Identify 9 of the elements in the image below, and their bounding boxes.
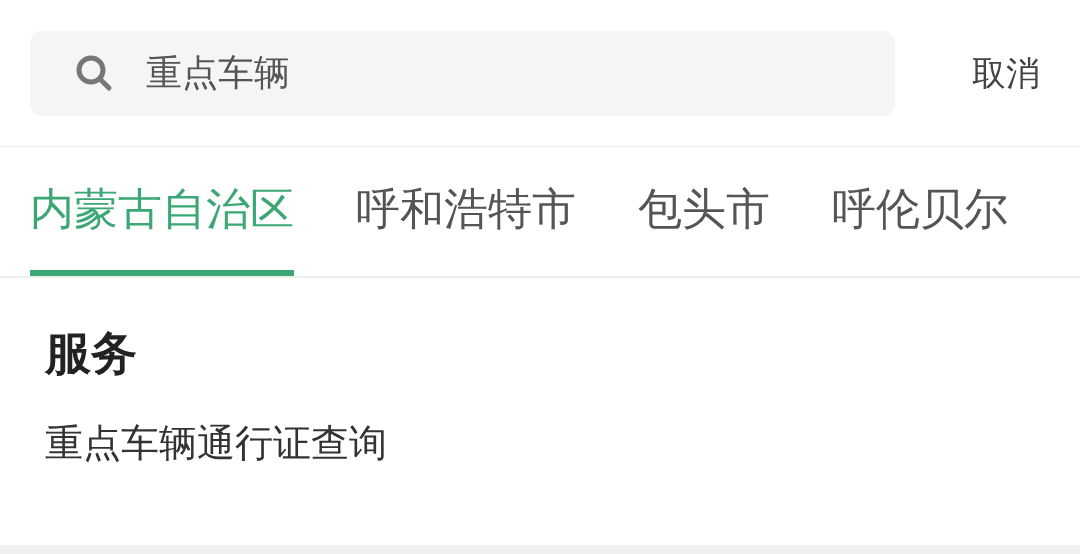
search-field[interactable]: 重点车辆 (30, 30, 895, 116)
search-icon (74, 53, 114, 93)
region-tab[interactable]: 包头市 (638, 147, 770, 276)
search-input: 重点车辆 (146, 46, 746, 100)
section-title: 服务 (45, 330, 138, 376)
service-item[interactable]: 重点车辆通行证查询 (45, 424, 1080, 462)
region-tab[interactable]: 呼伦贝尔 (832, 147, 1008, 276)
region-tab[interactable]: 呼和浩特市 (356, 147, 576, 276)
cancel-link[interactable]: 取消 (972, 47, 1040, 99)
